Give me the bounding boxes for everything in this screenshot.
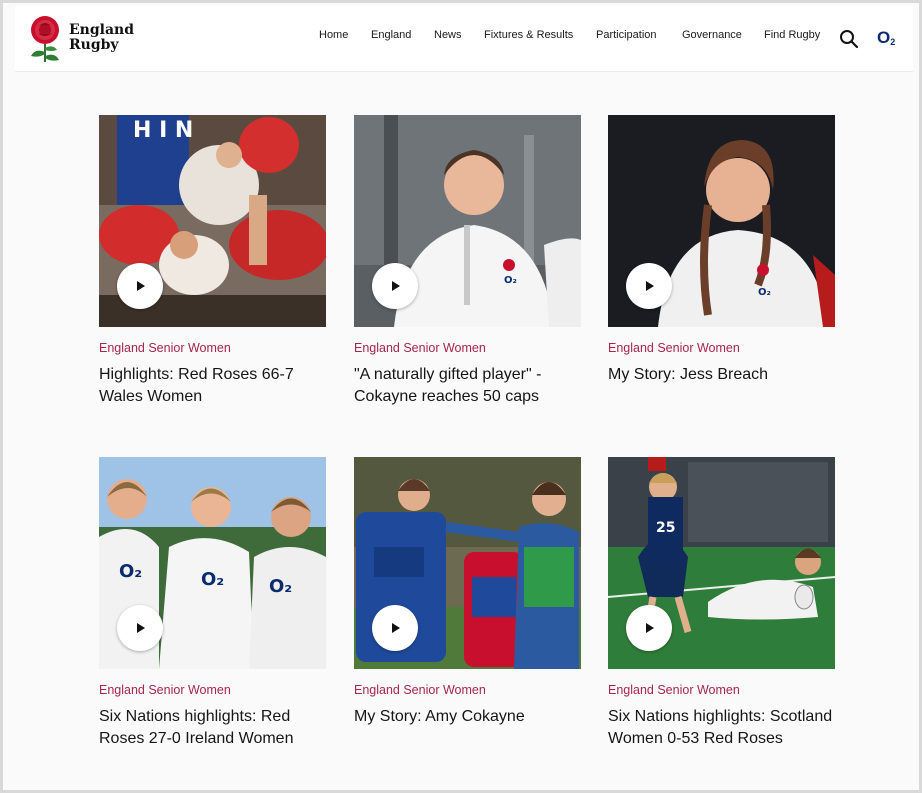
play-button[interactable] [626, 605, 672, 651]
search-button[interactable] [839, 29, 859, 49]
page-frame: England Rugby Home England News Fixtures… [0, 0, 922, 793]
play-button[interactable] [372, 605, 418, 651]
o2-logo-text: O [877, 28, 891, 47]
svg-text:O₂: O₂ [758, 287, 771, 298]
nav-item-england[interactable]: England [371, 29, 411, 41]
video-thumbnail[interactable] [354, 457, 581, 669]
video-thumbnail[interactable]: O₂ [354, 115, 581, 327]
nav-item-find-rugby[interactable]: Find Rugby [764, 29, 820, 41]
nav-item-home[interactable]: Home [319, 29, 348, 41]
video-grid: H I N England Senior Women Highlights: R… [15, 73, 913, 790]
video-card[interactable]: O₂ England Senior Women My Story: Jess B… [608, 115, 835, 386]
main-navigation: Home England News Fixtures & Results Par… [15, 29, 913, 51]
video-thumbnail[interactable]: O₂ O₂ O₂ [99, 457, 326, 669]
play-button[interactable] [372, 263, 418, 309]
svg-text:O₂: O₂ [119, 561, 142, 582]
svg-text:H I N: H I N [133, 118, 193, 143]
o2-logo-subscript: 2 [890, 37, 896, 47]
nav-item-fixtures-results[interactable]: Fixtures & Results [484, 29, 573, 41]
video-category[interactable]: England Senior Women [608, 341, 835, 356]
video-card[interactable]: O₂ O₂ O₂ England Senior Women Six Nation… [99, 457, 326, 750]
video-category[interactable]: England Senior Women [608, 683, 835, 698]
play-button[interactable] [117, 263, 163, 309]
video-card[interactable]: 25 England Senior Women Six Nations high… [608, 457, 835, 750]
video-title[interactable]: Six Nations highlights: Scotland Women 0… [608, 706, 835, 750]
video-thumbnail[interactable]: 25 [608, 457, 835, 669]
video-category[interactable]: England Senior Women [99, 683, 326, 698]
video-category[interactable]: England Senior Women [354, 341, 581, 356]
video-card[interactable]: England Senior Women My Story: Amy Cokay… [354, 457, 581, 728]
svg-text:O₂: O₂ [201, 569, 224, 590]
nav-item-participation[interactable]: Participation [596, 29, 657, 41]
video-title[interactable]: My Story: Jess Breach [608, 364, 835, 386]
video-title[interactable]: "A naturally gifted player" - Cokayne re… [354, 364, 581, 408]
nav-item-governance[interactable]: Governance [682, 29, 742, 41]
video-title[interactable]: My Story: Amy Cokayne [354, 706, 581, 728]
video-thumbnail[interactable]: O₂ [608, 115, 835, 327]
search-icon [840, 30, 859, 49]
play-button[interactable] [626, 263, 672, 309]
video-category[interactable]: England Senior Women [99, 341, 326, 356]
svg-text:25: 25 [656, 520, 675, 536]
o2-sponsor-link[interactable]: O2 [877, 28, 901, 50]
nav-item-news[interactable]: News [434, 29, 462, 41]
svg-text:O₂: O₂ [269, 576, 292, 597]
video-title[interactable]: Six Nations highlights: Red Roses 27-0 I… [99, 706, 326, 750]
video-thumbnail[interactable]: H I N [99, 115, 326, 327]
video-card[interactable]: O₂ England Senior Women "A naturally gif… [354, 115, 581, 408]
svg-text:O₂: O₂ [504, 275, 517, 286]
video-title[interactable]: Highlights: Red Roses 66-7 Wales Women [99, 364, 326, 408]
site-header: England Rugby Home England News Fixtures… [15, 6, 913, 72]
video-card[interactable]: H I N England Senior Women Highlights: R… [99, 115, 326, 408]
play-button[interactable] [117, 605, 163, 651]
video-category[interactable]: England Senior Women [354, 683, 581, 698]
